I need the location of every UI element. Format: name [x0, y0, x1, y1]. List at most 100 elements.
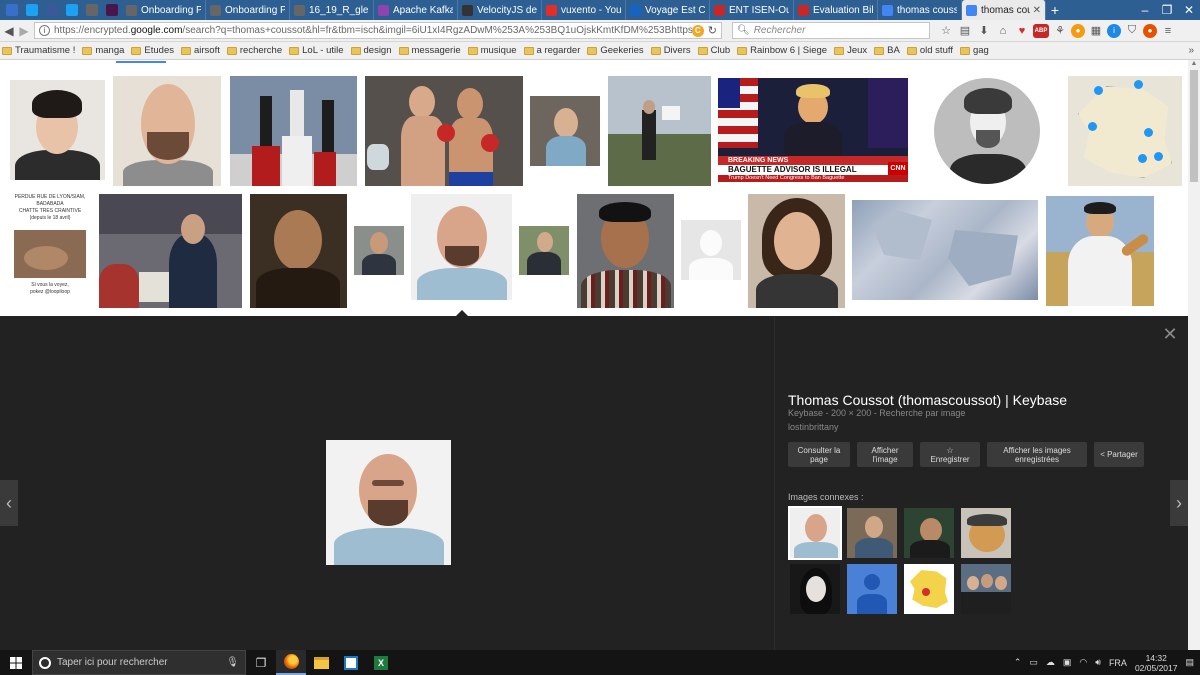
store-taskbar-icon[interactable] — [336, 650, 366, 675]
bookmark-folder[interactable]: Club — [697, 45, 730, 56]
reload-icon[interactable]: ↻ — [708, 24, 717, 37]
task-view-icon[interactable]: ❐ — [246, 650, 276, 675]
tab[interactable]: ENT ISEN-Ouest — [710, 0, 794, 20]
search-bar[interactable]: 🔍︎ Rechercher — [732, 22, 930, 39]
previous-image-button[interactable]: ‹ — [0, 480, 18, 526]
bookmark-folder[interactable]: Geekeries — [587, 45, 644, 56]
extension-icon[interactable]: ⚘ — [1052, 23, 1068, 39]
page-scrollbar[interactable]: ▲ — [1188, 60, 1200, 650]
result-image[interactable] — [113, 76, 221, 186]
preview-image[interactable] — [326, 440, 451, 565]
bookmark-folder[interactable]: a regarder — [523, 45, 580, 56]
visit-page-button[interactable]: Consulter la page — [788, 442, 850, 467]
bookmark-folder[interactable]: Rainbow 6 | Siege — [737, 45, 827, 56]
tab-active[interactable]: thomas couss✕ — [962, 0, 1046, 20]
image-title-link[interactable]: Thomas Coussot (thomascoussot) | Keybase — [788, 392, 1067, 408]
clipboard-icon[interactable]: ▤ — [957, 23, 973, 39]
related-image[interactable] — [961, 508, 1011, 558]
result-image[interactable] — [354, 226, 404, 275]
related-image[interactable] — [847, 564, 897, 614]
bookmark-folder[interactable]: BA — [874, 45, 900, 56]
tab[interactable]: Apache Kafka: A Dis — [374, 0, 458, 20]
result-image[interactable]: BREAKING NEWS BAGUETTE ADVISOR IS ILLEGA… — [718, 78, 908, 182]
result-image[interactable]: PERDUE RUE DE LYON/SIAM, BADABADA CHATTE T… — [10, 190, 90, 308]
show-hidden-icons-icon[interactable]: ⌃ — [1014, 657, 1022, 668]
tab[interactable]: Onboarding Portal — [206, 0, 290, 20]
url-bar[interactable]: i https://encrypted.google.com/search?q=… — [34, 22, 722, 39]
close-tab-icon[interactable]: ✕ — [1030, 5, 1041, 16]
firefox-taskbar-icon[interactable] — [276, 650, 306, 675]
bookmark-folder[interactable]: messagerie — [398, 45, 461, 56]
result-image[interactable] — [365, 76, 523, 186]
result-image[interactable] — [230, 76, 357, 186]
tab[interactable]: vuxento - YouTube — [542, 0, 626, 20]
extension-flame-icon[interactable]: ● — [1143, 23, 1157, 38]
view-image-button[interactable]: Afficher l'image — [857, 442, 913, 467]
wifi-icon[interactable]: ◠ — [1079, 657, 1087, 668]
back-icon[interactable]: ◀ — [3, 23, 15, 39]
start-button[interactable] — [0, 650, 32, 675]
bookmarks-overflow-button[interactable]: » — [1188, 45, 1194, 56]
adblock-icon[interactable]: ABP — [1033, 23, 1049, 38]
result-image[interactable] — [99, 194, 242, 308]
result-image[interactable] — [519, 226, 569, 275]
result-image[interactable] — [608, 76, 711, 186]
related-image[interactable] — [961, 564, 1011, 614]
pinned-tab[interactable] — [23, 2, 41, 18]
result-image[interactable] — [530, 96, 600, 166]
language-indicator[interactable]: FRA — [1109, 658, 1127, 668]
tab[interactable]: Onboarding Portal — [122, 0, 206, 20]
bookmark-folder[interactable]: Traumatisme ! — [2, 45, 75, 56]
result-image[interactable] — [916, 76, 1060, 186]
bookmark-folder[interactable]: Divers — [650, 45, 691, 56]
pinned-tab[interactable] — [3, 2, 21, 18]
result-image[interactable] — [250, 194, 347, 308]
view-saved-images-button[interactable]: Afficher les images enregistrées — [987, 442, 1087, 467]
excel-taskbar-icon[interactable]: X — [366, 650, 396, 675]
action-center-icon[interactable]: ▤ — [1185, 657, 1194, 668]
related-image[interactable] — [904, 508, 954, 558]
volume-icon[interactable]: 🔊︎ — [1095, 657, 1101, 668]
minimize-icon[interactable]: – — [1134, 3, 1156, 17]
bookmark-folder[interactable]: recherche — [226, 45, 282, 56]
related-image[interactable] — [847, 508, 897, 558]
related-image[interactable] — [904, 564, 954, 614]
result-image[interactable] — [10, 80, 105, 180]
bookmark-folder[interactable]: gag — [959, 45, 989, 56]
extension-orange-icon[interactable]: ● — [1071, 23, 1085, 38]
pinned-tab[interactable] — [63, 2, 81, 18]
home-icon[interactable]: ⌂ — [995, 23, 1011, 39]
bookmark-folder[interactable]: old stuff — [906, 45, 953, 56]
tab[interactable]: 16_19_R_glement_Int — [290, 0, 374, 20]
result-image[interactable] — [681, 220, 741, 280]
battery-icon[interactable]: ▭ — [1029, 657, 1038, 668]
forward-icon[interactable]: ▶ — [18, 23, 30, 39]
bookmark-folder[interactable]: LoL - utile — [289, 45, 344, 56]
extension-blue-icon[interactable]: i — [1107, 23, 1121, 38]
next-image-button[interactable]: › — [1170, 480, 1188, 526]
bookmark-star-icon[interactable]: ☆ — [938, 23, 954, 39]
pocket-icon[interactable]: ♥ — [1014, 23, 1030, 39]
file-explorer-taskbar-icon[interactable] — [306, 650, 336, 675]
related-image[interactable] — [790, 564, 840, 614]
result-image[interactable] — [1046, 196, 1154, 306]
tab[interactable]: Voyage Est Canad — [626, 0, 710, 20]
pinned-tab[interactable] — [43, 2, 61, 18]
bookmark-folder[interactable]: airsoft — [181, 45, 220, 56]
display-icon[interactable]: ▣ — [1063, 657, 1072, 668]
new-tab-button[interactable]: + — [1046, 0, 1064, 20]
maximize-icon[interactable]: ❐ — [1156, 3, 1178, 17]
result-image[interactable] — [748, 194, 845, 308]
shield-icon[interactable]: ⛉ — [1124, 23, 1140, 39]
bookmark-folder[interactable]: Etudes — [131, 45, 174, 56]
clock[interactable]: 14:32 02/05/2017 — [1135, 653, 1178, 673]
menu-icon[interactable]: ≡ — [1160, 23, 1176, 39]
taskbar-search-box[interactable]: Taper ici pour rechercher 🎙︎ — [32, 650, 246, 675]
tab[interactable]: thomas coussot — [878, 0, 962, 20]
image-source[interactable]: lostinbrittany — [788, 422, 839, 432]
save-image-button[interactable]: ☆ Enregistrer — [920, 442, 980, 467]
result-image[interactable] — [577, 194, 674, 308]
extension-grid-icon[interactable]: ▦ — [1088, 23, 1104, 39]
pinned-tab[interactable] — [83, 2, 101, 18]
tab[interactable]: Evaluation Bilan p — [794, 0, 878, 20]
